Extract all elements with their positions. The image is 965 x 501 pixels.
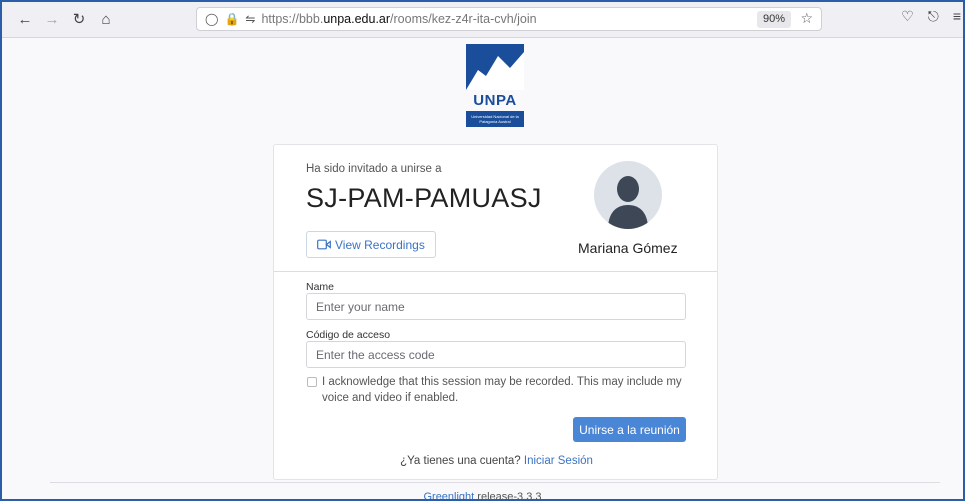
name-label: Name xyxy=(306,281,335,293)
zoom-indicator[interactable]: 90% xyxy=(756,11,791,28)
address-bar[interactable]: ◯ 🔒 ⇋ https://bbb.unpa.edu.ar/rooms/kez-… xyxy=(196,7,822,31)
bookmark-star-icon[interactable]: ☆ xyxy=(800,10,813,27)
name-input[interactable] xyxy=(306,293,686,320)
access-code-input[interactable] xyxy=(306,341,686,368)
pocket-icon[interactable]: ♡ xyxy=(901,8,914,25)
join-meeting-button[interactable]: Unirse a la reunión xyxy=(573,417,686,442)
url-text[interactable]: https://bbb.unpa.edu.ar/rooms/kez-z4r-it… xyxy=(261,12,536,26)
url-prefix: https://bbb. xyxy=(261,12,324,26)
url-host: unpa.edu.ar xyxy=(323,12,391,26)
video-camera-icon xyxy=(317,239,331,250)
extensions-icon[interactable]: ⎋ xyxy=(928,8,939,25)
access-code-label: Código de acceso xyxy=(306,329,391,341)
release-version: release-3.3.3 xyxy=(477,491,542,501)
sign-in-link[interactable]: Iniciar Sesión xyxy=(524,455,593,467)
account-question: ¿Ya tienes una cuenta? xyxy=(400,455,521,467)
recording-consent-checkbox[interactable] xyxy=(307,377,317,387)
reload-icon[interactable]: ↻ xyxy=(68,8,90,30)
forward-arrow-icon[interactable]: → xyxy=(41,8,63,30)
invited-text: Ha sido invitado a unirse a xyxy=(306,163,442,175)
join-card: Ha sido invitado a unirse a SJ-PAM-PAMUA… xyxy=(273,144,718,480)
view-recordings-label: View Recordings xyxy=(335,237,425,252)
avatar xyxy=(594,161,662,229)
back-arrow-icon[interactable]: ← xyxy=(14,8,36,30)
toolbar-right-icons: ♡ ⎋ ≡ xyxy=(901,8,965,25)
logo-name: UNPA xyxy=(473,92,517,109)
room-name: SJ-PAM-PAMUASJ xyxy=(306,183,542,213)
greenlight-link[interactable]: Greenlight xyxy=(423,491,474,501)
recording-consent-text: I acknowledge that this session may be r… xyxy=(322,376,682,404)
browser-toolbar: ← → ↻ ⌂ ◯ 🔒 ⇋ https://bbb.unpa.edu.ar/ro… xyxy=(0,0,965,38)
menu-icon[interactable]: ≡ xyxy=(953,8,961,25)
lock-icon[interactable]: 🔒 xyxy=(224,12,239,26)
footer: Greenlight release-3.3.3 xyxy=(0,491,965,501)
home-icon[interactable]: ⌂ xyxy=(95,8,117,30)
logo-subtitle: Universidad Nacional de la Patagonia Aus… xyxy=(466,111,524,127)
room-header: Ha sido invitado a unirse a SJ-PAM-PAMUA… xyxy=(274,145,717,272)
account-prompt: ¿Ya tienes una cuenta? Iniciar Sesión xyxy=(274,455,719,467)
mountain-logo-icon xyxy=(466,44,524,90)
view-recordings-button[interactable]: View Recordings xyxy=(306,231,436,258)
permissions-icon[interactable]: ⇋ xyxy=(245,12,255,26)
room-owner-name: Mariana Gómez xyxy=(578,240,678,256)
footer-divider xyxy=(50,482,940,483)
url-path: /rooms/kez-z4r-ita-cvh/join xyxy=(390,12,537,26)
shield-icon[interactable]: ◯ xyxy=(205,12,218,26)
user-silhouette-icon xyxy=(608,176,648,229)
unpa-logo: UNPA Universidad Nacional de la Patagoni… xyxy=(466,44,524,128)
